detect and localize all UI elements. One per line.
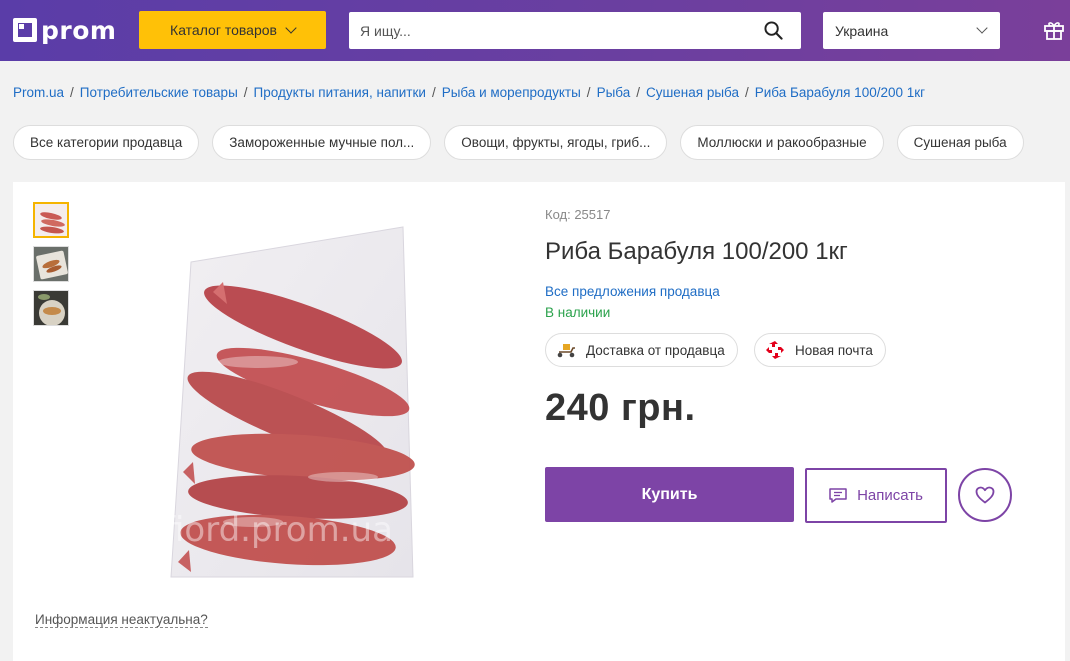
breadcrumb-link[interactable]: Рыба (597, 85, 631, 100)
add-to-favorites-button[interactable] (958, 468, 1012, 522)
dish-thumbnail-image (34, 247, 68, 281)
catalog-button-label: Каталог товаров (170, 22, 277, 38)
nova-poshta-icon (766, 341, 784, 359)
breadcrumb-link[interactable]: Потребительские товары (80, 85, 238, 100)
delivery-seller-chip[interactable]: Доставка от продавца (545, 333, 738, 367)
region-value: Украина (835, 22, 889, 39)
breadcrumb-separator: / (70, 85, 74, 100)
breadcrumb-link[interactable]: Prom.ua (13, 85, 64, 100)
fish-thumbnail-image (35, 204, 67, 236)
write-message-button[interactable]: Написать (805, 468, 947, 523)
delivery-np-chip[interactable]: Новая почта (754, 333, 886, 367)
thumbnail-2[interactable] (33, 246, 69, 282)
breadcrumb-separator: / (243, 85, 248, 100)
breadcrumb: Prom.ua / Потребительские товары / Продукты … (13, 85, 925, 100)
chevron-down-icon (285, 22, 297, 34)
buy-button[interactable]: Купить (545, 467, 794, 522)
product-price: 240 грн. (545, 387, 696, 429)
catalog-button[interactable]: Каталог товаров (139, 11, 326, 49)
logo-mark-icon (13, 18, 37, 42)
breadcrumb-link[interactable]: Рыба и морепродукты (442, 85, 581, 100)
info-outdated-link[interactable]: Информация неактуальна? (35, 612, 208, 628)
breadcrumb-separator: / (744, 85, 749, 100)
heart-icon (975, 486, 995, 504)
breadcrumb-link[interactable]: Сушеная рыба (646, 85, 739, 100)
breadcrumb-link[interactable]: Продукты питания, напитки (254, 85, 426, 100)
category-chip[interactable]: Сушеная рыба (896, 125, 1024, 160)
search-box (349, 12, 801, 49)
header: prom Каталог товаров Украина (0, 0, 1070, 61)
product-card: fiord.prom.ua Информация неактуальна? Ко… (13, 182, 1065, 661)
image-watermark: fiord.prom.ua (163, 510, 393, 550)
delivery-seller-label: Доставка от продавца (586, 342, 725, 358)
category-chip[interactable]: Моллюски и ракообразные (680, 125, 884, 160)
category-chip[interactable]: Овощи, фрукты, ягоды, гриб... (444, 125, 668, 160)
logo-text: prom (41, 15, 117, 45)
breadcrumb-current[interactable]: Риба Барабуля 100/200 1кг (755, 85, 925, 100)
plate-thumbnail-image (34, 291, 68, 325)
breadcrumb-separator: / (431, 85, 436, 100)
scooter-icon (557, 344, 575, 358)
delivery-np-label: Новая почта (795, 342, 873, 358)
write-message-label: Написать (857, 487, 923, 504)
search-icon[interactable] (764, 21, 783, 40)
thumbnail-3[interactable] (33, 290, 69, 326)
region-select[interactable]: Украина (823, 12, 1000, 49)
category-chips: Все категории продавца Замороженные мучн… (13, 125, 1037, 160)
category-chip[interactable]: Все категории продавца (13, 125, 200, 160)
message-icon (829, 488, 847, 503)
seller-offers-link[interactable]: Все предложения продавца (545, 284, 720, 299)
thumbnail-1[interactable] (33, 202, 69, 238)
product-code: Код: 25517 (545, 207, 611, 222)
breadcrumb-separator: / (636, 85, 640, 100)
prom-logo[interactable]: prom (13, 15, 116, 45)
chevron-down-icon (976, 22, 988, 34)
breadcrumb-separator: / (586, 85, 591, 100)
category-chip[interactable]: Замороженные мучные пол... (212, 125, 432, 160)
gift-icon[interactable] (1043, 19, 1065, 41)
product-title: Риба Барабуля 100/200 1кг (545, 238, 848, 265)
stock-status: В наличии (545, 305, 611, 320)
search-input[interactable] (349, 12, 739, 49)
